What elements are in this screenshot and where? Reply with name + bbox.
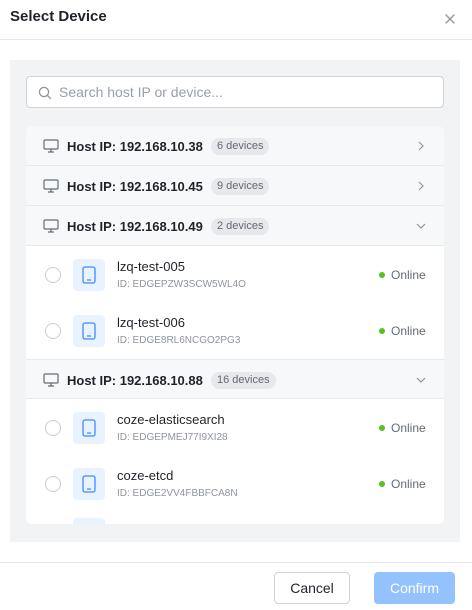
confirm-button[interactable]: Confirm [374, 572, 455, 604]
device-name: coze-elasticsearch [117, 412, 225, 427]
device-icon-box [73, 468, 105, 500]
device-row[interactable]: lzq-test-006 ID: EDGE8RL6NCGO2PG3 Online [26, 303, 444, 359]
host-group-header[interactable]: Host IP: 192.168.10.38 6 devices [26, 126, 444, 166]
device-icon-box [73, 412, 105, 444]
host-ip-label: Host IP: 192.168.10.45 [67, 179, 203, 194]
device-row[interactable]: lzq-test-005 ID: EDGEPZW3SCW5WL4O Online [26, 247, 444, 303]
close-icon[interactable] [444, 13, 456, 25]
chevron-right-icon[interactable] [415, 180, 427, 192]
tablet-icon [82, 322, 96, 340]
device-id: ID: EDGEPMEJ77I9XI28 [117, 432, 228, 443]
host-ip-label: Host IP: 192.168.10.38 [67, 139, 203, 154]
device-id: ID: EDGEPZW3SCW5WL4O [117, 279, 246, 290]
device-icon-box [73, 315, 105, 347]
tablet-icon [82, 419, 96, 437]
device-icon-box [73, 259, 105, 291]
status-text: Online [391, 268, 426, 282]
dialog-header: Select Device [0, 0, 472, 40]
status-dot [379, 328, 385, 334]
device-row-partial [26, 518, 444, 524]
device-id: ID: EDGE8RL6NCGO2PG3 [117, 335, 241, 346]
device-radio[interactable] [45, 420, 61, 436]
status-dot [379, 481, 385, 487]
device-id: ID: EDGE2VV4FBBFCA8N [117, 488, 238, 499]
cancel-button[interactable]: Cancel [274, 572, 350, 604]
tablet-icon [82, 475, 96, 493]
monitor-icon [43, 179, 59, 193]
status-dot [379, 272, 385, 278]
dialog-body: Host IP: 192.168.10.38 6 devices Host IP… [10, 60, 460, 542]
monitor-icon [43, 139, 59, 153]
device-row[interactable]: coze-elasticsearch ID: EDGEPMEJ77I9XI28 … [26, 400, 444, 456]
host-group-header[interactable]: Host IP: 192.168.10.45 9 devices [26, 166, 444, 206]
device-name: coze-etcd [117, 468, 174, 483]
host-group-header[interactable]: Host IP: 192.168.10.49 2 devices [26, 206, 444, 246]
device-name: lzq-test-006 [117, 315, 185, 330]
chevron-right-icon[interactable] [415, 140, 427, 152]
device-group-list: Host IP: 192.168.10.38 6 devices Host IP… [26, 126, 444, 524]
status-dot [379, 425, 385, 431]
host-ip-label: Host IP: 192.168.10.49 [67, 219, 203, 234]
device-count-badge: 6 devices [211, 138, 270, 155]
device-radio[interactable] [45, 476, 61, 492]
device-count-badge: 9 devices [211, 178, 270, 195]
dialog-footer: Cancel Confirm [0, 562, 472, 610]
search-input[interactable] [59, 82, 429, 102]
tablet-icon [82, 266, 96, 284]
device-count-badge: 16 devices [211, 372, 276, 389]
status-text: Online [391, 421, 426, 435]
host-group-header[interactable]: Host IP: 192.168.10.88 16 devices [26, 359, 444, 399]
device-row[interactable]: coze-etcd ID: EDGE2VV4FBBFCA8N Online [26, 456, 444, 512]
status-text: Online [391, 324, 426, 338]
device-radio[interactable] [45, 323, 61, 339]
chevron-down-icon[interactable] [415, 220, 427, 232]
search-icon [38, 86, 52, 100]
chevron-down-icon[interactable] [415, 374, 427, 386]
monitor-icon [43, 373, 59, 387]
host-ip-label: Host IP: 192.168.10.88 [67, 373, 203, 388]
device-radio[interactable] [45, 267, 61, 283]
status-text: Online [391, 477, 426, 491]
device-icon-box [73, 518, 105, 524]
search-box[interactable] [26, 76, 444, 108]
monitor-icon [43, 219, 59, 233]
device-count-badge: 2 devices [211, 218, 270, 235]
dialog-title: Select Device [10, 8, 107, 25]
device-name: lzq-test-005 [117, 259, 185, 274]
